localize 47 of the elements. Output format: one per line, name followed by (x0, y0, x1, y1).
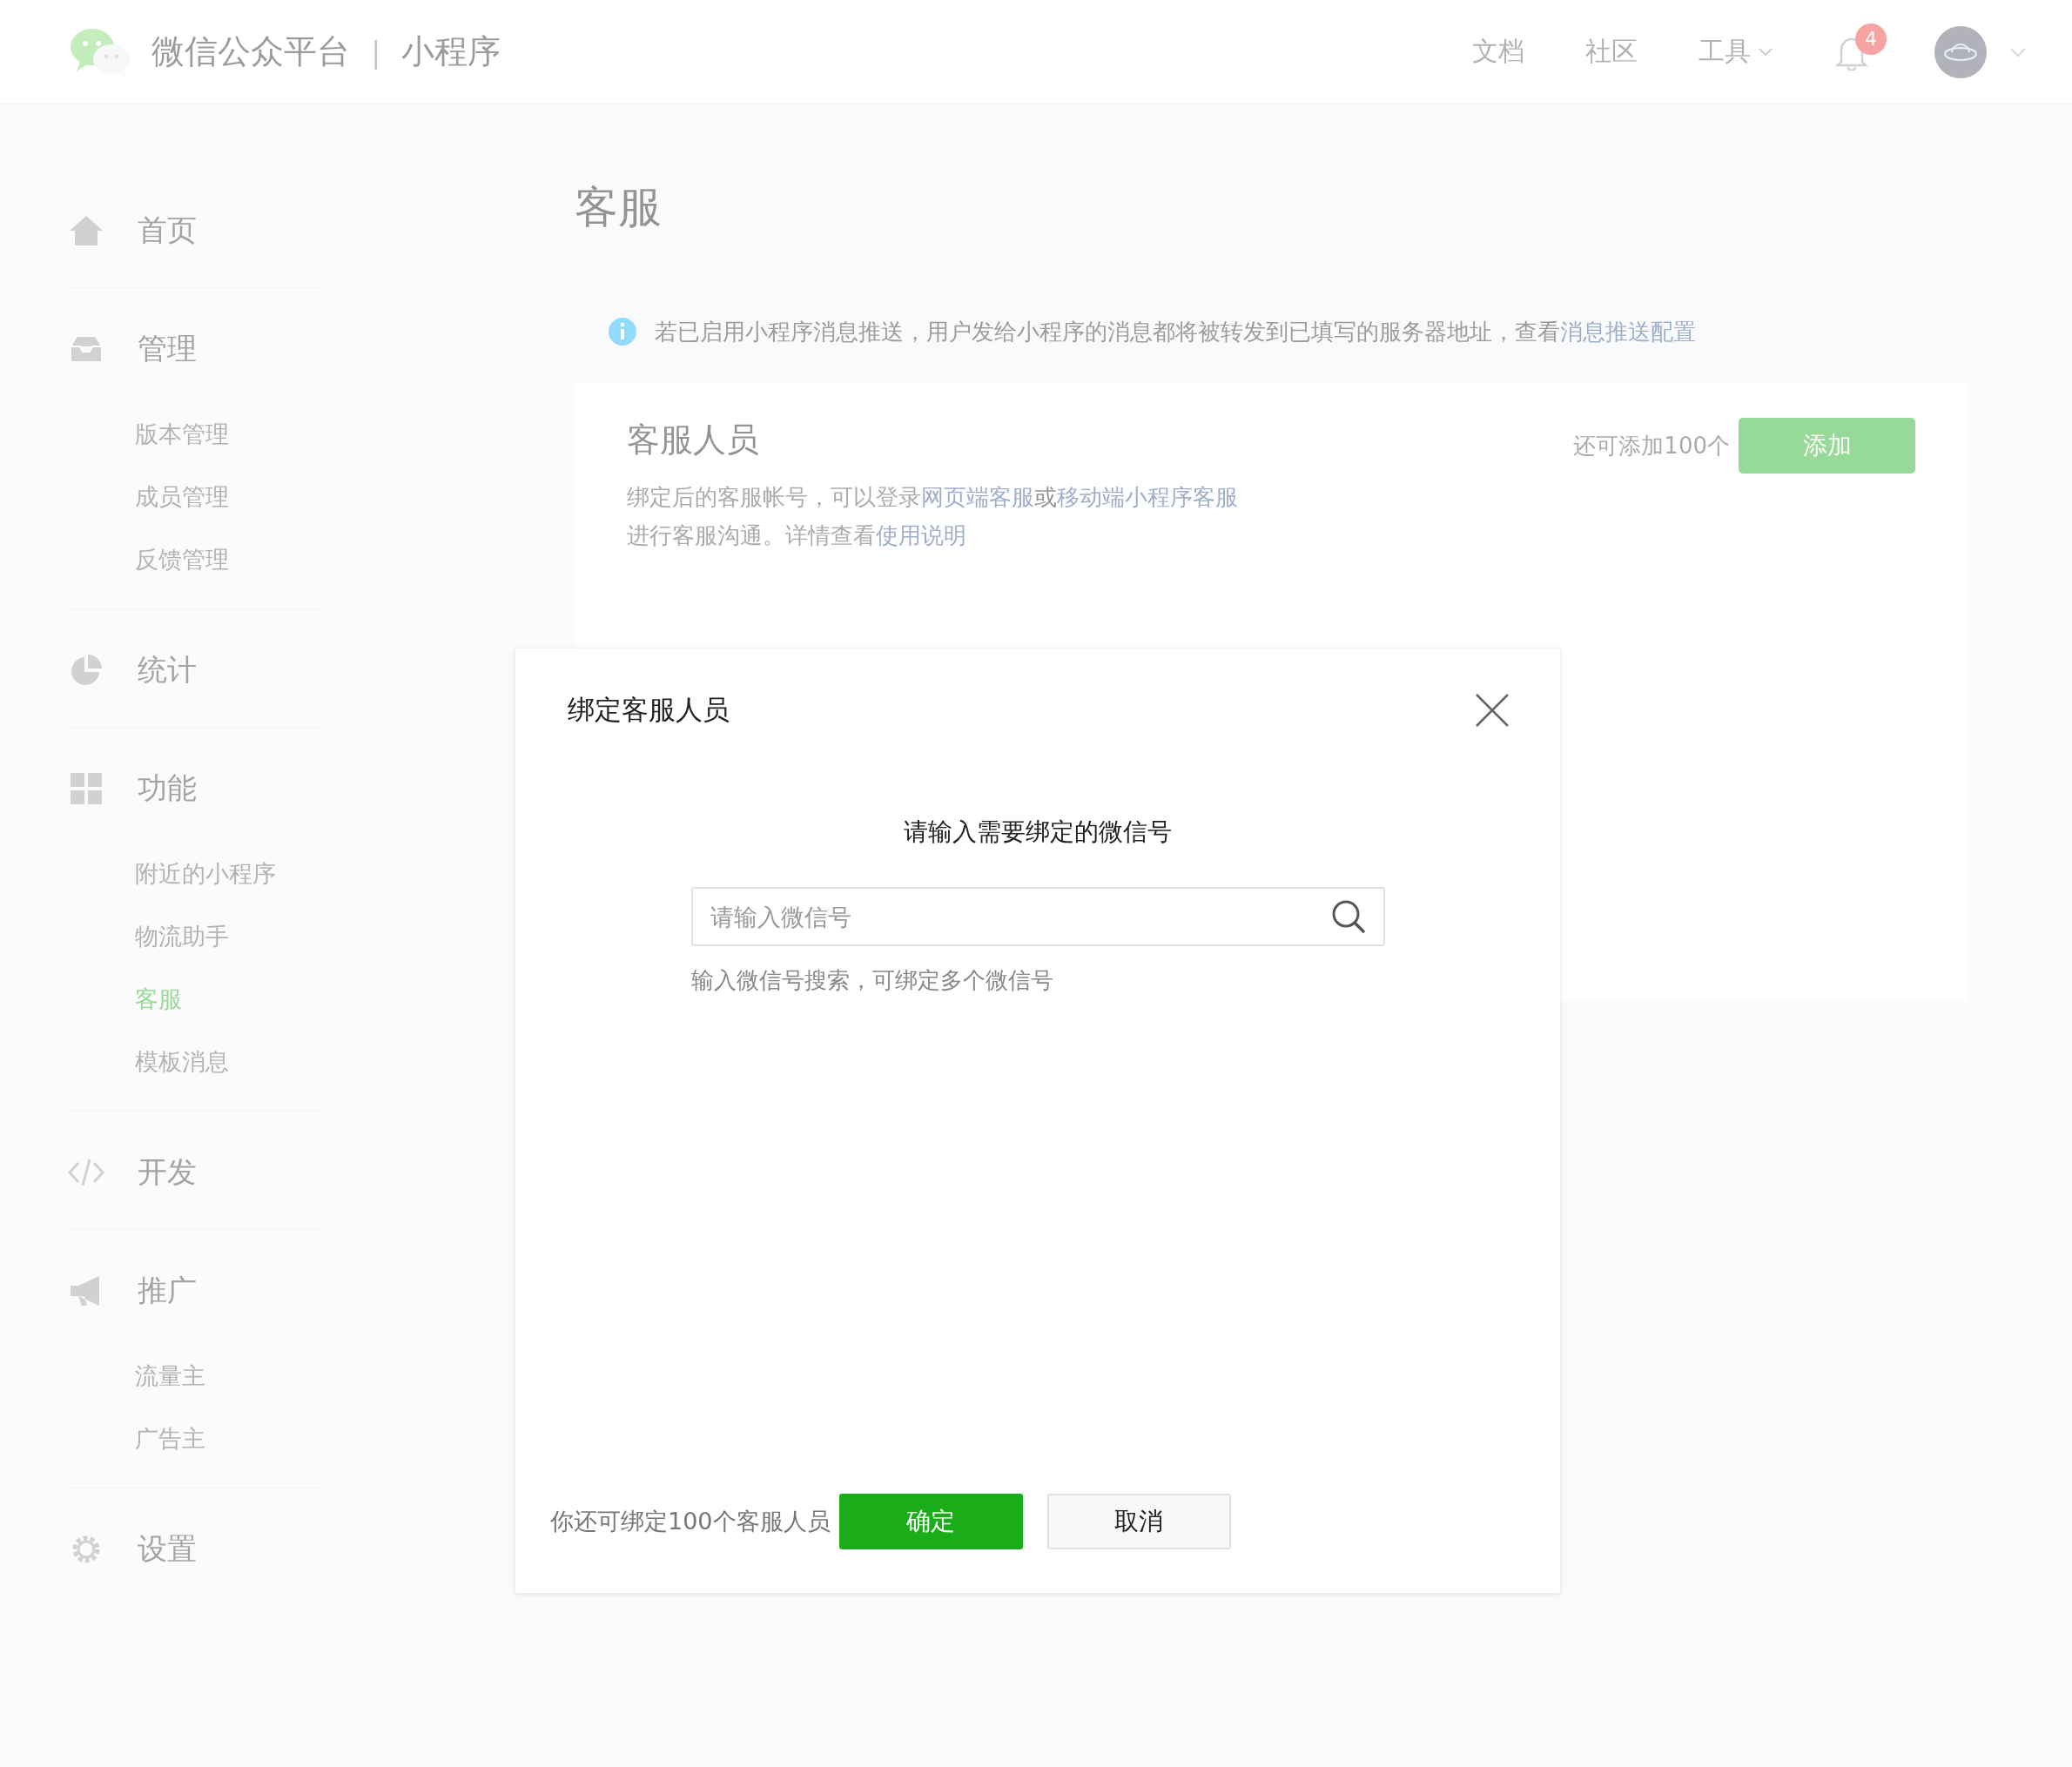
search-hint: 输入微信号搜索，可绑定多个微信号 (690, 966, 1054, 995)
help-link[interactable]: 网页端客服 (921, 484, 1034, 510)
sidebar-item[interactable]: 流量主 (135, 1345, 205, 1408)
sidebar-group-title[interactable]: 功能 (138, 769, 197, 809)
sidebar-group-title[interactable]: 设置 (138, 1529, 197, 1569)
grid-icon (68, 770, 104, 807)
sidebar-group-title[interactable]: 开发 (138, 1152, 197, 1193)
product-name: 小程序 (401, 31, 501, 72)
remaining-quota: 你还可绑定100个客服人员 (550, 1507, 831, 1536)
sidebar-item[interactable]: 版本管理 (135, 403, 229, 466)
sidebar-group-title[interactable]: 首页 (138, 211, 197, 251)
dialog-prompt: 请输入需要绑定的微信号 (903, 816, 1173, 848)
search-icon[interactable] (1330, 899, 1366, 934)
sidebar-item[interactable]: 客服 (135, 968, 182, 1031)
search-field[interactable]: 请输入微信号 (690, 887, 1385, 946)
nav-link[interactable]: 社区 (1585, 34, 1638, 70)
close-icon[interactable] (1475, 693, 1510, 728)
sidebar-group-title[interactable]: 推广 (138, 1271, 197, 1311)
cancel-button[interactable]: 取消 (1046, 1494, 1231, 1549)
notification-badge: 4 (1855, 23, 1887, 55)
sidebar-item[interactable]: 广告主 (135, 1408, 205, 1470)
card-description: 绑定后的客服帐号，可以登录网页端客服或移动端小程序客服 (627, 483, 1238, 512)
info-icon (608, 317, 637, 346)
sidebar-group-title[interactable]: 管理 (138, 329, 197, 369)
message-push-link[interactable]: 消息推送配置 (1560, 318, 1696, 345)
sidebar-group-title[interactable]: 统计 (138, 650, 197, 690)
help-link[interactable]: 使用说明 (876, 522, 966, 548)
sidebar-item[interactable]: 反馈管理 (135, 528, 229, 591)
chat-bubbles-logo-icon (70, 27, 131, 77)
page-title: 客服 (575, 181, 662, 234)
brand-separator: | (371, 34, 381, 70)
sidebar-item[interactable]: 成员管理 (135, 466, 229, 528)
nav-link[interactable]: 文档 (1472, 34, 1524, 70)
remaining-quota: 还可添加100个 (1573, 431, 1730, 460)
help-link[interactable]: 移动端小程序客服 (1057, 484, 1238, 510)
card-title: 客服人员 (627, 420, 759, 460)
nav-link[interactable]: 工具 (1699, 34, 1773, 70)
confirm-button[interactable]: 确定 (838, 1494, 1023, 1549)
notice-text: 若已启用小程序消息推送，用户发给小程序的消息都将被转发到已填写的服务器地址，查看消息推送配置 (655, 317, 1696, 346)
card-description: 进行客服沟通。详情查看使用说明 (627, 521, 966, 550)
platform-name: 微信公众平台 (151, 31, 350, 72)
sidebar-item[interactable]: 物流助手 (135, 905, 229, 968)
chevron-down-icon[interactable] (2009, 46, 2027, 57)
dialog-title: 绑定客服人员 (568, 693, 730, 727)
sidebar-item[interactable]: 附近的小程序 (135, 843, 276, 905)
sidebar-item[interactable]: 模板消息 (135, 1031, 229, 1093)
add-button[interactable]: 添加 (1739, 418, 1915, 474)
